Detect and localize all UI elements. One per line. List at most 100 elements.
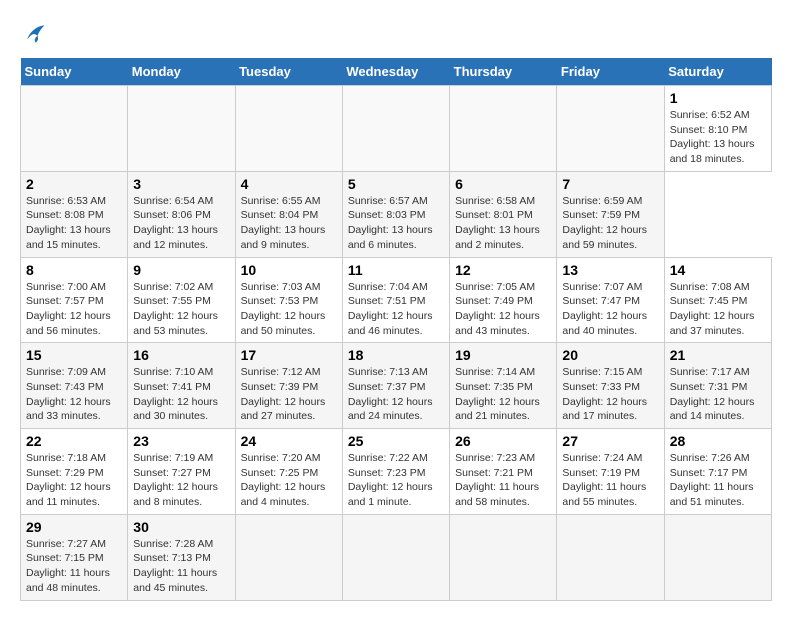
calendar-cell: 14 Sunrise: 7:08 AM Sunset: 7:45 PM Dayl… <box>664 257 771 343</box>
day-number: 7 <box>562 176 658 192</box>
day-number: 10 <box>241 262 337 278</box>
calendar-cell <box>21 86 128 172</box>
calendar-cell: 18 Sunrise: 7:13 AM Sunset: 7:37 PM Dayl… <box>342 343 449 429</box>
day-info: Sunrise: 7:03 AM Sunset: 7:53 PM Dayligh… <box>241 280 337 339</box>
day-info: Sunrise: 6:53 AM Sunset: 8:08 PM Dayligh… <box>26 194 122 253</box>
day-number: 9 <box>133 262 229 278</box>
day-info: Sunrise: 7:04 AM Sunset: 7:51 PM Dayligh… <box>348 280 444 339</box>
calendar-cell <box>235 86 342 172</box>
calendar-cell: 7 Sunrise: 6:59 AM Sunset: 7:59 PM Dayli… <box>557 171 664 257</box>
day-number: 27 <box>562 433 658 449</box>
calendar-table: SundayMondayTuesdayWednesdayThursdayFrid… <box>20 58 772 601</box>
day-number: 16 <box>133 347 229 363</box>
day-number: 19 <box>455 347 551 363</box>
day-number: 30 <box>133 519 229 535</box>
day-info: Sunrise: 7:27 AM Sunset: 7:15 PM Dayligh… <box>26 537 122 596</box>
calendar-cell <box>342 514 449 600</box>
day-info: Sunrise: 7:13 AM Sunset: 7:37 PM Dayligh… <box>348 365 444 424</box>
weekday-header: Tuesday <box>235 58 342 86</box>
calendar-cell: 3 Sunrise: 6:54 AM Sunset: 8:06 PM Dayli… <box>128 171 235 257</box>
day-number: 26 <box>455 433 551 449</box>
calendar-cell: 16 Sunrise: 7:10 AM Sunset: 7:41 PM Dayl… <box>128 343 235 429</box>
day-info: Sunrise: 7:12 AM Sunset: 7:39 PM Dayligh… <box>241 365 337 424</box>
weekday-header: Saturday <box>664 58 771 86</box>
day-number: 11 <box>348 262 444 278</box>
calendar-cell <box>450 86 557 172</box>
calendar-cell <box>557 514 664 600</box>
calendar-cell: 26 Sunrise: 7:23 AM Sunset: 7:21 PM Dayl… <box>450 429 557 515</box>
day-info: Sunrise: 7:17 AM Sunset: 7:31 PM Dayligh… <box>670 365 766 424</box>
weekday-header: Thursday <box>450 58 557 86</box>
day-number: 18 <box>348 347 444 363</box>
day-info: Sunrise: 6:58 AM Sunset: 8:01 PM Dayligh… <box>455 194 551 253</box>
calendar-cell: 9 Sunrise: 7:02 AM Sunset: 7:55 PM Dayli… <box>128 257 235 343</box>
day-number: 13 <box>562 262 658 278</box>
day-info: Sunrise: 7:19 AM Sunset: 7:27 PM Dayligh… <box>133 451 229 510</box>
weekday-header: Sunday <box>21 58 128 86</box>
page-header <box>20 20 772 48</box>
day-number: 6 <box>455 176 551 192</box>
calendar-cell: 11 Sunrise: 7:04 AM Sunset: 7:51 PM Dayl… <box>342 257 449 343</box>
calendar-cell <box>450 514 557 600</box>
day-info: Sunrise: 6:59 AM Sunset: 7:59 PM Dayligh… <box>562 194 658 253</box>
day-number: 8 <box>26 262 122 278</box>
day-info: Sunrise: 7:00 AM Sunset: 7:57 PM Dayligh… <box>26 280 122 339</box>
day-number: 4 <box>241 176 337 192</box>
day-info: Sunrise: 7:22 AM Sunset: 7:23 PM Dayligh… <box>348 451 444 510</box>
day-number: 20 <box>562 347 658 363</box>
calendar-cell: 20 Sunrise: 7:15 AM Sunset: 7:33 PM Dayl… <box>557 343 664 429</box>
day-info: Sunrise: 7:10 AM Sunset: 7:41 PM Dayligh… <box>133 365 229 424</box>
calendar-cell: 17 Sunrise: 7:12 AM Sunset: 7:39 PM Dayl… <box>235 343 342 429</box>
day-info: Sunrise: 6:55 AM Sunset: 8:04 PM Dayligh… <box>241 194 337 253</box>
day-number: 2 <box>26 176 122 192</box>
calendar-cell <box>342 86 449 172</box>
calendar-cell: 19 Sunrise: 7:14 AM Sunset: 7:35 PM Dayl… <box>450 343 557 429</box>
day-info: Sunrise: 7:05 AM Sunset: 7:49 PM Dayligh… <box>455 280 551 339</box>
day-info: Sunrise: 7:08 AM Sunset: 7:45 PM Dayligh… <box>670 280 766 339</box>
day-info: Sunrise: 7:23 AM Sunset: 7:21 PM Dayligh… <box>455 451 551 510</box>
calendar-cell: 22 Sunrise: 7:18 AM Sunset: 7:29 PM Dayl… <box>21 429 128 515</box>
day-number: 21 <box>670 347 766 363</box>
calendar-cell: 8 Sunrise: 7:00 AM Sunset: 7:57 PM Dayli… <box>21 257 128 343</box>
calendar-cell: 28 Sunrise: 7:26 AM Sunset: 7:17 PM Dayl… <box>664 429 771 515</box>
day-number: 12 <box>455 262 551 278</box>
day-number: 29 <box>26 519 122 535</box>
day-info: Sunrise: 7:18 AM Sunset: 7:29 PM Dayligh… <box>26 451 122 510</box>
day-number: 15 <box>26 347 122 363</box>
logo <box>20 20 52 48</box>
day-info: Sunrise: 7:09 AM Sunset: 7:43 PM Dayligh… <box>26 365 122 424</box>
day-number: 25 <box>348 433 444 449</box>
day-number: 22 <box>26 433 122 449</box>
calendar-cell: 15 Sunrise: 7:09 AM Sunset: 7:43 PM Dayl… <box>21 343 128 429</box>
calendar-cell: 30 Sunrise: 7:28 AM Sunset: 7:13 PM Dayl… <box>128 514 235 600</box>
day-info: Sunrise: 7:07 AM Sunset: 7:47 PM Dayligh… <box>562 280 658 339</box>
day-info: Sunrise: 7:26 AM Sunset: 7:17 PM Dayligh… <box>670 451 766 510</box>
calendar-cell: 2 Sunrise: 6:53 AM Sunset: 8:08 PM Dayli… <box>21 171 128 257</box>
weekday-header: Monday <box>128 58 235 86</box>
day-info: Sunrise: 6:57 AM Sunset: 8:03 PM Dayligh… <box>348 194 444 253</box>
day-number: 1 <box>670 90 766 106</box>
calendar-cell: 1 Sunrise: 6:52 AM Sunset: 8:10 PM Dayli… <box>664 86 771 172</box>
weekday-header: Friday <box>557 58 664 86</box>
day-number: 17 <box>241 347 337 363</box>
day-info: Sunrise: 7:14 AM Sunset: 7:35 PM Dayligh… <box>455 365 551 424</box>
day-number: 14 <box>670 262 766 278</box>
calendar-cell: 27 Sunrise: 7:24 AM Sunset: 7:19 PM Dayl… <box>557 429 664 515</box>
calendar-cell: 24 Sunrise: 7:20 AM Sunset: 7:25 PM Dayl… <box>235 429 342 515</box>
logo-icon <box>20 20 48 48</box>
day-number: 23 <box>133 433 229 449</box>
calendar-cell: 6 Sunrise: 6:58 AM Sunset: 8:01 PM Dayli… <box>450 171 557 257</box>
calendar-cell: 12 Sunrise: 7:05 AM Sunset: 7:49 PM Dayl… <box>450 257 557 343</box>
calendar-cell: 10 Sunrise: 7:03 AM Sunset: 7:53 PM Dayl… <box>235 257 342 343</box>
calendar-cell: 29 Sunrise: 7:27 AM Sunset: 7:15 PM Dayl… <box>21 514 128 600</box>
calendar-cell: 5 Sunrise: 6:57 AM Sunset: 8:03 PM Dayli… <box>342 171 449 257</box>
day-info: Sunrise: 6:52 AM Sunset: 8:10 PM Dayligh… <box>670 108 766 167</box>
calendar-cell <box>128 86 235 172</box>
day-info: Sunrise: 7:20 AM Sunset: 7:25 PM Dayligh… <box>241 451 337 510</box>
day-number: 3 <box>133 176 229 192</box>
day-info: Sunrise: 7:24 AM Sunset: 7:19 PM Dayligh… <box>562 451 658 510</box>
calendar-cell <box>235 514 342 600</box>
day-info: Sunrise: 7:28 AM Sunset: 7:13 PM Dayligh… <box>133 537 229 596</box>
calendar-cell <box>557 86 664 172</box>
calendar-cell: 21 Sunrise: 7:17 AM Sunset: 7:31 PM Dayl… <box>664 343 771 429</box>
